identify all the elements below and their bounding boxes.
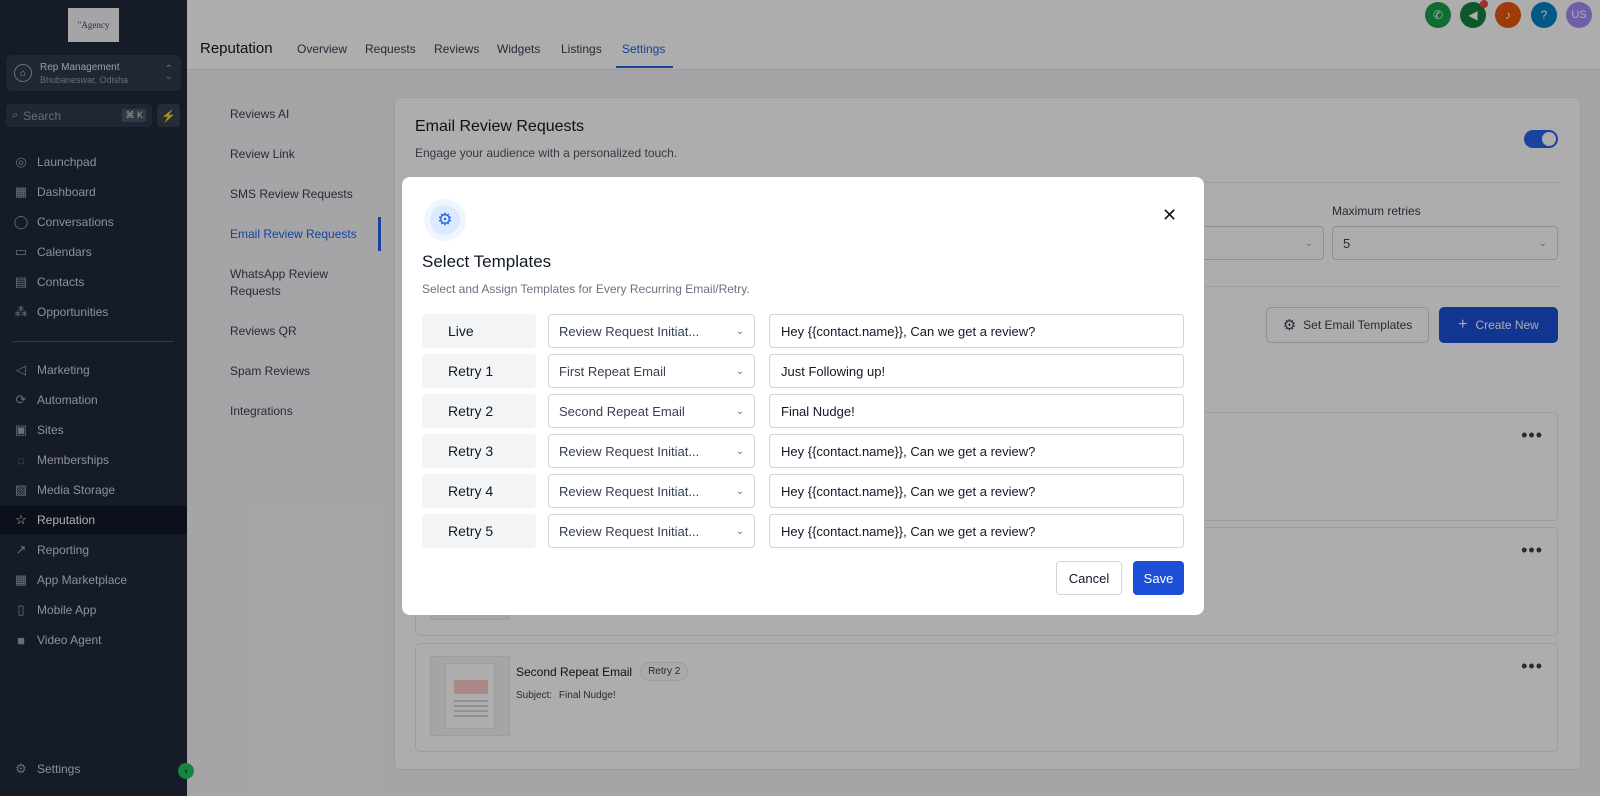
select-value: First Repeat Email: [559, 363, 666, 379]
template-select-retry-4[interactable]: Review Request Initiat... ⌄: [548, 474, 755, 508]
template-select-retry-2[interactable]: Second Repeat Email ⌄: [548, 394, 755, 428]
settings-badge: ⚙: [424, 199, 466, 241]
input-value: Final Nudge!: [781, 403, 855, 419]
subject-input-retry-2[interactable]: Final Nudge!: [769, 394, 1184, 428]
chevron-down-icon: ⌄: [735, 365, 744, 377]
row-label-live: Live: [422, 314, 536, 348]
modal-subtitle: Select and Assign Templates for Every Re…: [422, 282, 750, 296]
close-icon[interactable]: ✕: [1162, 205, 1177, 226]
input-value: Hey {{contact.name}}, Can we get a revie…: [781, 483, 1036, 499]
input-value: Hey {{contact.name}}, Can we get a revie…: [781, 443, 1036, 459]
subject-input-retry-1[interactable]: Just Following up!: [769, 354, 1184, 388]
input-value: Just Following up!: [781, 363, 886, 379]
cancel-button[interactable]: Cancel: [1056, 561, 1122, 595]
template-select-retry-1[interactable]: First Repeat Email ⌄: [548, 354, 755, 388]
chevron-down-icon: ⌄: [735, 325, 744, 337]
row-label-retry-4: Retry 4: [422, 474, 536, 508]
select-value: Second Repeat Email: [559, 403, 685, 419]
template-select-retry-3[interactable]: Review Request Initiat... ⌄: [548, 434, 755, 468]
modal-title: Select Templates: [422, 252, 552, 271]
chevron-down-icon: ⌄: [735, 445, 744, 457]
subject-input-retry-3[interactable]: Hey {{contact.name}}, Can we get a revie…: [769, 434, 1184, 468]
template-select-retry-5[interactable]: Review Request Initiat... ⌄: [548, 514, 755, 548]
select-templates-modal: ⚙ ✕ Select Templates Select and Assign T…: [402, 177, 1204, 615]
select-value: Review Request Initiat...: [559, 483, 700, 499]
gear-icon: ⚙: [430, 205, 460, 235]
save-button[interactable]: Save: [1133, 561, 1184, 595]
chevron-down-icon: ⌄: [735, 485, 744, 497]
row-label-retry-3: Retry 3: [422, 434, 536, 468]
select-value: Review Request Initiat...: [559, 443, 700, 459]
chevron-down-icon: ⌄: [735, 525, 744, 537]
input-value: Hey {{contact.name}}, Can we get a revie…: [781, 323, 1036, 339]
select-value: Review Request Initiat...: [559, 323, 700, 339]
input-value: Hey {{contact.name}}, Can we get a revie…: [781, 523, 1036, 539]
row-label-retry-5: Retry 5: [422, 514, 536, 548]
template-select-live[interactable]: Review Request Initiat... ⌄: [548, 314, 755, 348]
select-value: Review Request Initiat...: [559, 523, 700, 539]
subject-input-live[interactable]: Hey {{contact.name}}, Can we get a revie…: [769, 314, 1184, 348]
chevron-down-icon: ⌄: [735, 405, 744, 417]
row-label-retry-1: Retry 1: [422, 354, 536, 388]
subject-input-retry-4[interactable]: Hey {{contact.name}}, Can we get a revie…: [769, 474, 1184, 508]
subject-input-retry-5[interactable]: Hey {{contact.name}}, Can we get a revie…: [769, 514, 1184, 548]
row-label-retry-2: Retry 2: [422, 394, 536, 428]
